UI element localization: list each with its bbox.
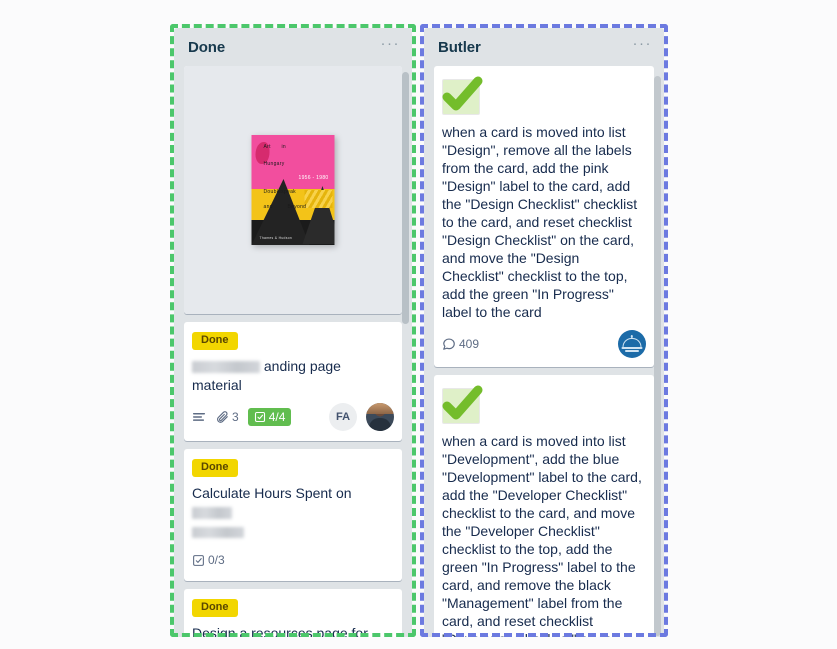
book-title-in: in: [281, 144, 286, 150]
book-title-and: and: [263, 204, 273, 210]
butler-bot-avatar[interactable]: [618, 330, 646, 358]
list-done-cards: Art in Hungary 1956 - 1980 Doublespeak a…: [174, 66, 412, 637]
card-title: Calculate Hours Spent on: [192, 484, 394, 541]
checklist-badge: 4/4: [247, 408, 292, 426]
attachment-badge: 3: [215, 410, 239, 424]
avatar-photo[interactable]: [366, 403, 394, 431]
card-landing-page-material[interactable]: Done anding page material 3 4/4 FA: [184, 322, 402, 441]
comments-badge: 409: [442, 337, 479, 351]
list-butler-body: Butler ··· when a card is moved into lis…: [424, 28, 664, 637]
checklist-count: 4/4: [268, 410, 286, 424]
book-title-years: 1956 - 1980: [298, 175, 329, 181]
card-badges: 3 4/4 FA: [192, 401, 394, 437]
check-mark-icon: [440, 384, 486, 426]
card-title: Design a resources page for which lists …: [192, 624, 394, 637]
card-title-text-1: Design a resources page for: [192, 625, 368, 637]
list-done-title: Done: [188, 38, 226, 56]
card-calculate-hours[interactable]: Done Calculate Hours Spent on 0/3: [184, 449, 402, 581]
list-butler-scrollbar[interactable]: [654, 76, 661, 636]
card-label-done[interactable]: Done: [192, 459, 238, 477]
list-done: Done ··· Art in Hungary 1956 - 1980 Doub…: [170, 24, 416, 637]
list-done-header: Done ···: [174, 28, 412, 66]
trello-board: Done ··· Art in Hungary 1956 - 1980 Doub…: [170, 24, 670, 637]
checklist-badge: 0/3: [192, 553, 225, 567]
card-butler-design-rule[interactable]: when a card is moved into list "Design",…: [434, 66, 654, 367]
check-mark-icon: [440, 75, 486, 117]
card-body: Done Calculate Hours Spent on 0/3: [184, 449, 402, 581]
book-title-hungary: Hungary: [263, 161, 285, 167]
list-butler-cards: when a card is moved into list "Design",…: [424, 66, 664, 637]
avatar-initials[interactable]: FA: [329, 403, 357, 431]
redacted-text: [192, 507, 232, 519]
book-publisher: Thames & Hudson: [259, 236, 293, 240]
list-done-body: Done ··· Art in Hungary 1956 - 1980 Doub…: [174, 28, 412, 637]
card-butler-development-rule[interactable]: when a card is moved into list "Developm…: [434, 375, 654, 637]
book-cover-image: Art in Hungary 1956 - 1980 Doublespeak a…: [251, 135, 335, 245]
book-stripe-shape: [304, 190, 333, 208]
list-butler-menu-icon[interactable]: ···: [633, 36, 653, 55]
card-body: Done anding page material 3 4/4 FA: [184, 322, 402, 441]
card-cover-image[interactable]: Art in Hungary 1956 - 1980 Doublespeak a…: [184, 66, 402, 314]
attachment-count: 3: [232, 410, 239, 424]
checklist-count: 0/3: [208, 553, 225, 567]
card-cover-area: Art in Hungary 1956 - 1980 Doublespeak a…: [184, 66, 402, 314]
butler-rule-text: when a card is moved into list "Developm…: [442, 433, 642, 637]
card-badges: 0/3: [192, 547, 394, 577]
card-body: Done Design a resources page for which l…: [184, 589, 402, 637]
redacted-text: [192, 361, 260, 373]
butler-dome-base-2: [625, 350, 639, 352]
list-butler: Butler ··· when a card is moved into lis…: [420, 24, 668, 637]
card-title: anding page material: [192, 357, 394, 395]
card-title-text: Calculate Hours Spent on: [192, 485, 352, 501]
list-done-scrollbar[interactable]: [402, 72, 409, 324]
list-butler-title: Butler: [438, 38, 481, 56]
description-badge: [192, 410, 206, 424]
redacted-text-2: [192, 527, 244, 538]
butler-dome-base: [621, 347, 643, 349]
butler-rule-text: when a card is moved into list "Design",…: [442, 124, 638, 320]
card-label-done[interactable]: Done: [192, 332, 238, 350]
list-butler-header: Butler ···: [424, 28, 664, 66]
card-design-resources-page[interactable]: Done Design a resources page for which l…: [184, 589, 402, 637]
list-done-menu-icon[interactable]: ···: [381, 36, 401, 55]
card-label-done[interactable]: Done: [192, 599, 238, 617]
card-footer: 409: [434, 321, 654, 367]
book-title-doublespeak: Doublespeak: [263, 189, 296, 195]
book-title-beyond: Beyond: [287, 204, 307, 210]
book-title-art: Art: [263, 144, 271, 150]
comments-count: 409: [459, 337, 480, 351]
